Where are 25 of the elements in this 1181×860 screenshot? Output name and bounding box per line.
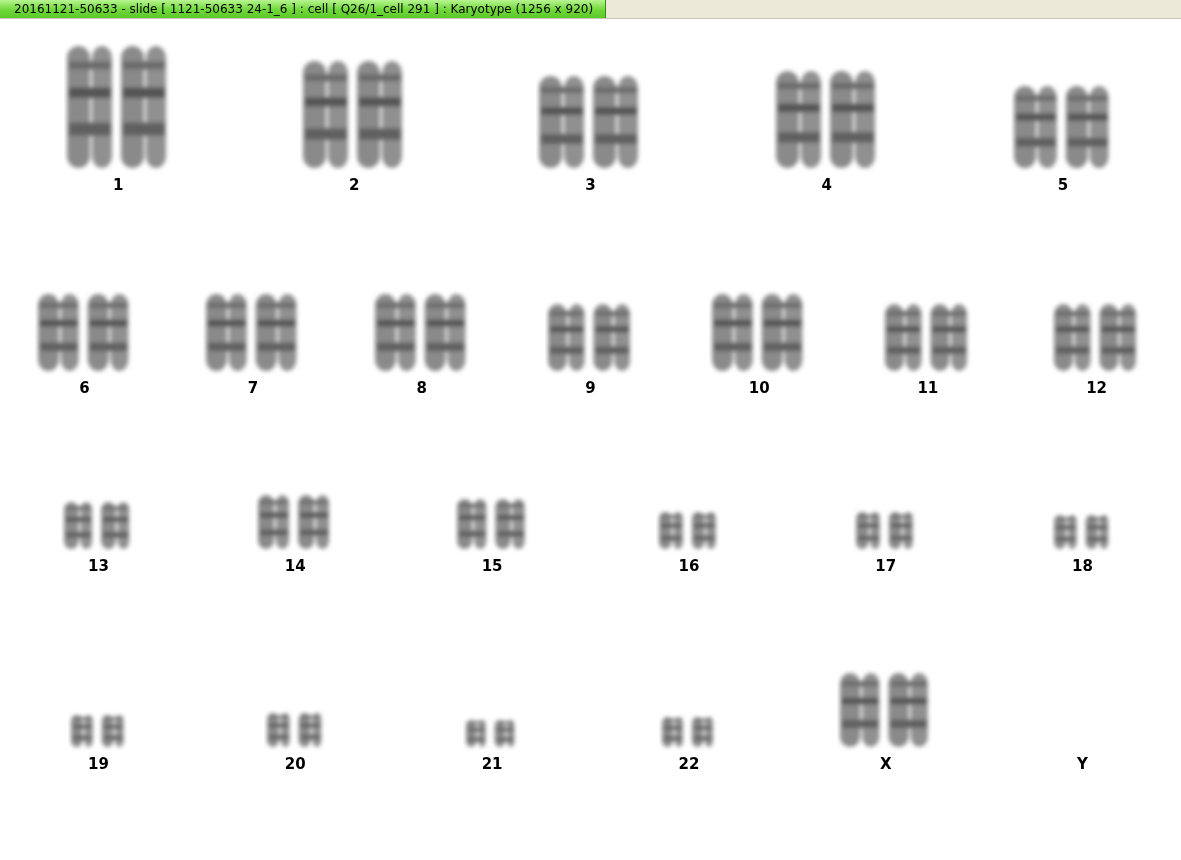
chromosome-number: 22 xyxy=(678,755,700,773)
chromosome-number: Y xyxy=(1077,755,1088,773)
chromosome-number: 21 xyxy=(481,755,503,773)
chromosome-number: 9 xyxy=(585,379,596,397)
chromosome-number: 5 xyxy=(1057,176,1069,194)
chromosome-number: 10 xyxy=(748,379,770,397)
chromosome-number: 7 xyxy=(247,379,259,397)
chromosome-number: 16 xyxy=(678,557,700,575)
chromosome-number: 12 xyxy=(1086,379,1107,397)
chromosome-number: 15 xyxy=(481,557,503,575)
chromosome-number: 20 xyxy=(284,755,306,773)
chromosome-number: X xyxy=(879,755,892,773)
chromosome-number: 4 xyxy=(821,176,832,194)
chromosome-number: 6 xyxy=(79,379,90,397)
chromosome-number: 11 xyxy=(917,379,939,397)
window-title: 20161121-50633 - slide [ 1121-50633 24-1_6 ] : cell [ Q26/1_cell 291 ] : Karyotype (1256 x 920) xyxy=(0,0,607,18)
chromosome-number: 8 xyxy=(416,379,427,397)
chromosome-number: 3 xyxy=(585,176,596,194)
chromosome-number: 1 xyxy=(112,176,124,194)
chromosome-number: 17 xyxy=(875,557,897,575)
chromosome-number: 14 xyxy=(284,557,306,575)
chromosome-number: 2 xyxy=(349,176,360,194)
chromosome-number: 19 xyxy=(87,755,109,773)
chromosome-number: 13 xyxy=(87,557,109,575)
chromosome-number: 18 xyxy=(1072,557,1093,575)
